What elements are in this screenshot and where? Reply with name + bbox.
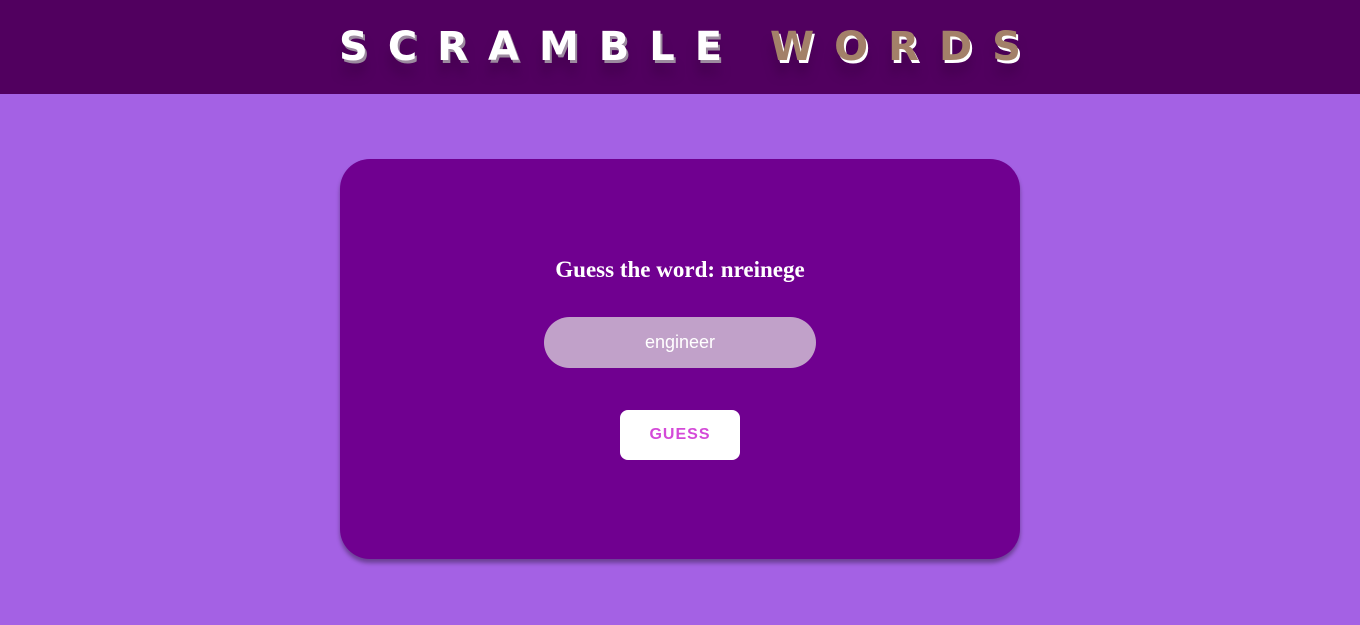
app-header: SCRAMBLE WORDS	[0, 0, 1360, 94]
app-title-scramble: SCRAMBLE	[339, 24, 743, 70]
guess-prompt-label: Guess the word:	[555, 257, 716, 282]
app-title-words: WORDS	[770, 24, 1041, 70]
guess-button[interactable]: GUESS	[620, 410, 740, 460]
scrambled-word: nreinege	[720, 257, 805, 282]
guess-prompt: Guess the word: nreinege	[340, 257, 1020, 283]
guess-input[interactable]	[544, 317, 816, 368]
game-card: Guess the word: nreinege GUESS	[340, 159, 1020, 559]
app-title: SCRAMBLE WORDS	[339, 27, 1041, 67]
